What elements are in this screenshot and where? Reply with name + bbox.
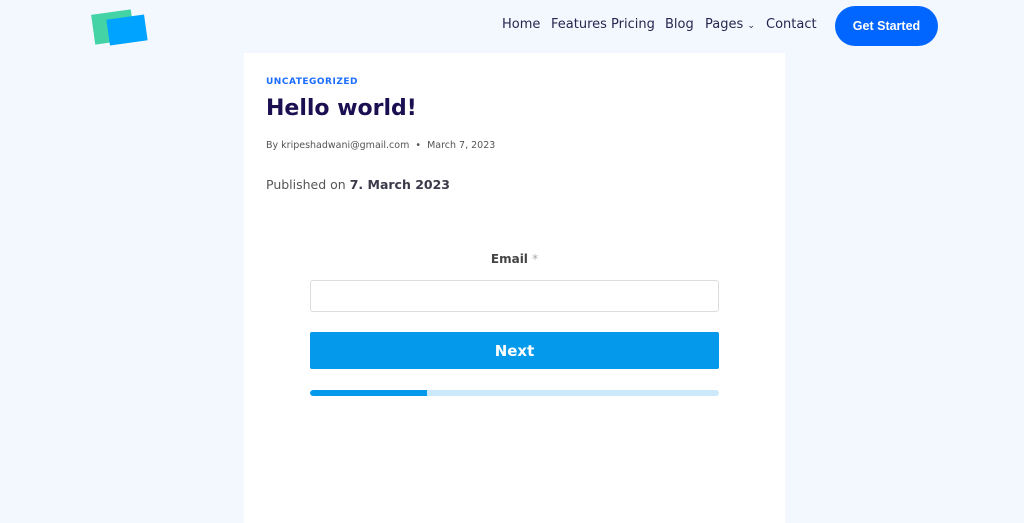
post-date: March 7, 2023 <box>427 140 496 151</box>
nav-pages-label: Pages <box>705 17 744 32</box>
email-field[interactable] <box>310 280 719 312</box>
published-prefix: Published on <box>266 177 346 192</box>
main-nav: Home Features Pricing Blog Pages ⌄ Conta… <box>0 0 1024 52</box>
post-meta: By kripeshadwani@gmail.com • March 7, 20… <box>266 140 495 151</box>
get-started-button[interactable]: Get Started <box>835 6 938 46</box>
nav-features[interactable]: Features <box>551 17 607 32</box>
post-author[interactable]: By kripeshadwani@gmail.com <box>266 140 409 151</box>
required-mark: * <box>532 252 539 266</box>
nav-blog[interactable]: Blog <box>665 17 694 32</box>
progress-bar <box>310 390 719 396</box>
nav-contact[interactable]: Contact <box>766 17 817 32</box>
chevron-down-icon: ⌄ <box>747 21 755 31</box>
nav-pricing[interactable]: Pricing <box>611 17 655 32</box>
post-card: UNCATEGORIZED Hello world! By kripeshadw… <box>244 53 785 523</box>
nav-home[interactable]: Home <box>502 17 540 32</box>
progress-fill <box>310 390 427 396</box>
published-line: Published on 7. March 2023 <box>266 177 450 192</box>
nav-pages[interactable]: Pages ⌄ <box>705 17 755 32</box>
meta-separator: • <box>415 140 422 151</box>
email-label-text: Email <box>490 252 528 266</box>
email-label: Email * <box>244 252 785 266</box>
published-date: 7. March 2023 <box>349 177 451 192</box>
page-title: Hello world! <box>266 96 417 121</box>
next-button[interactable]: Next <box>310 332 719 369</box>
post-category[interactable]: UNCATEGORIZED <box>266 77 358 87</box>
